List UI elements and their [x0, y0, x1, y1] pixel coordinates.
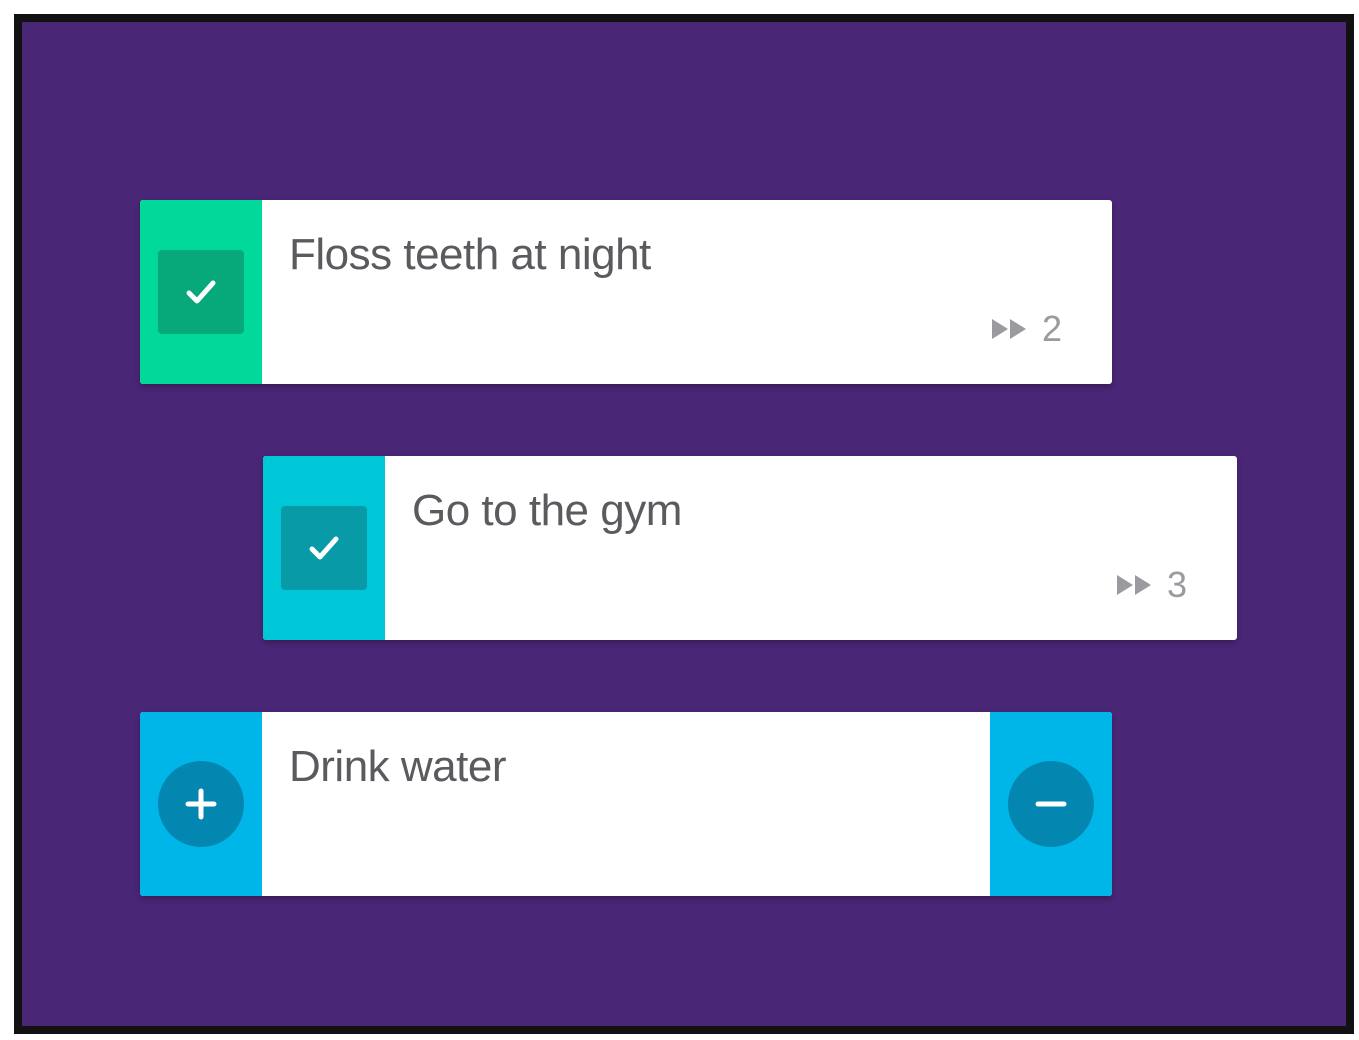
streak-counter: 2 — [990, 308, 1062, 350]
habit-title: Floss teeth at night — [289, 230, 651, 279]
habit-card-body[interactable]: Floss teeth at night 2 — [262, 200, 1112, 384]
complete-toggle-button[interactable] — [158, 250, 244, 334]
checkmark-icon — [309, 536, 339, 560]
habit-card-side-left — [140, 712, 262, 896]
habit-card-body[interactable]: Go to the gym 3 — [385, 456, 1237, 640]
decrement-button[interactable] — [1008, 761, 1094, 847]
app-canvas: Floss teeth at night 2 Go to the gym 3 D… — [14, 14, 1354, 1034]
streak-counter: 3 — [1115, 564, 1187, 606]
habit-title: Drink water — [289, 742, 507, 791]
habit-card-side — [263, 456, 385, 640]
fast-forward-icon — [991, 319, 1026, 339]
checkmark-icon — [186, 280, 216, 304]
plus-icon — [185, 788, 217, 820]
habit-card-water: Drink water — [140, 712, 1112, 896]
increment-button[interactable] — [158, 761, 244, 847]
habit-card-body[interactable]: Drink water — [262, 712, 990, 896]
habit-card-side — [140, 200, 262, 384]
habit-card-floss: Floss teeth at night 2 — [140, 200, 1112, 384]
habit-title: Go to the gym — [412, 486, 682, 535]
fast-forward-icon — [1116, 575, 1151, 595]
minus-icon — [1035, 801, 1067, 807]
habit-card-gym: Go to the gym 3 — [263, 456, 1237, 640]
complete-toggle-button[interactable] — [281, 506, 367, 590]
streak-count: 2 — [1041, 308, 1062, 349]
streak-count: 3 — [1166, 564, 1187, 605]
habit-card-side-right — [990, 712, 1112, 896]
